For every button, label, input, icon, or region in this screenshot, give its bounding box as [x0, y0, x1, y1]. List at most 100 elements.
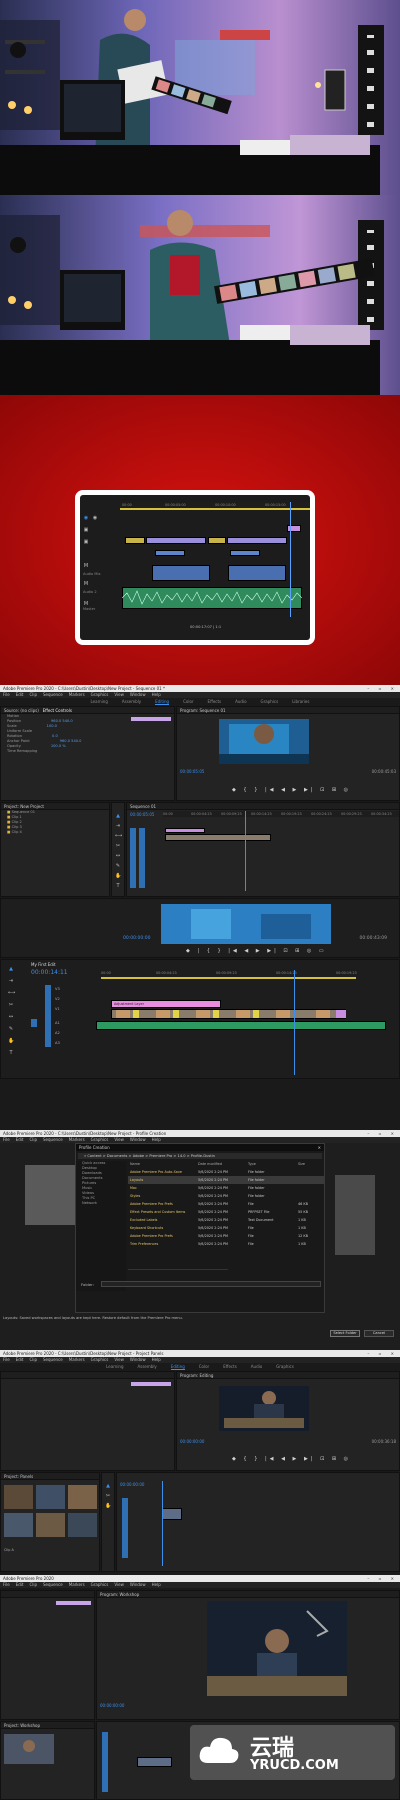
menu-markers[interactable]: Markers — [69, 1357, 85, 1362]
sequence-tab[interactable]: Sequence 01 — [127, 803, 399, 810]
timeline-timecode[interactable]: 00:00:05:05 — [130, 812, 154, 817]
program-timecode[interactable]: 00:00:00:00 — [100, 1703, 124, 1708]
pen-icon[interactable]: ✎ — [8, 1026, 14, 1032]
menu-view[interactable]: View — [114, 1137, 124, 1142]
card-video-clip[interactable] — [125, 537, 145, 544]
menu-file[interactable]: File — [3, 1137, 10, 1142]
program-monitor-header[interactable]: Program: Sequence 01 — [177, 707, 399, 714]
menu-sequence[interactable]: Sequence — [43, 1357, 63, 1362]
file-row[interactable]: Adobe Premiere Pro Prefs 5/6/2020 2:24 PM… — [128, 1232, 324, 1240]
card-video-clip[interactable] — [146, 537, 206, 544]
ripple-edit-icon[interactable]: ⟷ — [115, 833, 122, 839]
large-playhead[interactable] — [294, 970, 295, 1075]
column-name[interactable]: Name — [130, 1161, 140, 1167]
tab-graphics[interactable]: Graphics — [276, 1364, 294, 1369]
source-tab[interactable]: Source: (no clips) — [4, 708, 39, 713]
menu-file[interactable]: File — [3, 692, 10, 697]
cancel-button[interactable]: Cancel — [364, 1330, 394, 1337]
program-monitor-header[interactable]: Program: Editing — [177, 1372, 399, 1379]
menu-help[interactable]: Help — [152, 1357, 161, 1362]
project-tab[interactable]: Project: Panels — [1, 1473, 99, 1480]
tab-assembly[interactable]: Assembly — [122, 699, 141, 704]
type-icon[interactable]: T — [115, 883, 121, 889]
lock-icon[interactable]: ▣ — [83, 539, 89, 545]
ripple-edit-icon[interactable]: ⟷ — [8, 990, 15, 996]
menu-markers[interactable]: Markers — [69, 692, 85, 697]
selection-tool-icon[interactable]: ▲ — [105, 1483, 111, 1489]
tab-libraries[interactable]: Libraries — [292, 699, 309, 704]
tab-learning[interactable]: Learning — [91, 699, 108, 704]
program-transport-controls[interactable]: ◆ { } |◀ ◀ ▶ ▶| ⊡ ⊞ ◎ — [232, 1456, 351, 1462]
target-track-column[interactable] — [122, 1498, 128, 1558]
tab-color[interactable]: Color — [183, 699, 193, 704]
tab-audio[interactable]: Audio — [235, 699, 246, 704]
menu-help[interactable]: Help — [152, 692, 161, 697]
menu-window[interactable]: Window — [130, 1582, 146, 1587]
program-transport-controls[interactable]: ◆ { } |◀ ◀ ▶ ▶| ⊡ ⊞ ◎ — [232, 787, 351, 793]
tab-effects[interactable]: Effects — [223, 1364, 237, 1369]
audio-clip-a1[interactable] — [96, 1021, 386, 1030]
eye-icon[interactable]: ◉ — [83, 515, 89, 521]
card-video-clip[interactable] — [227, 537, 287, 544]
file-row[interactable]: Effect Presets and Custom Items 5/6/2020 … — [128, 1208, 324, 1216]
razor-icon[interactable]: ✂ — [105, 1493, 111, 1499]
card-audio-clip[interactable] — [228, 565, 286, 581]
program-large-transport[interactable]: ◆ | { } |◀ ◀ ▶ ▶| ⊡ ⊞ ◎ ▭ — [186, 948, 327, 954]
track-select-icon[interactable]: ⇥ — [8, 978, 14, 984]
hand-icon[interactable]: ✋ — [115, 873, 121, 879]
pen-icon[interactable]: ✎ — [115, 863, 121, 869]
timeline-clip[interactable] — [137, 1757, 172, 1767]
card-playhead[interactable] — [290, 502, 291, 617]
effect-value[interactable]: 100.0 % — [51, 744, 66, 748]
razor-icon[interactable]: ✂ — [115, 843, 121, 849]
menu-sequence[interactable]: Sequence — [43, 692, 63, 697]
menu-graphics[interactable]: Graphics — [91, 1582, 109, 1587]
file-row[interactable]: Mac 5/6/2020 2:24 PM File folder — [128, 1184, 324, 1192]
menu-view[interactable]: View — [114, 1582, 124, 1587]
file-row[interactable]: Adobe Premiere Pro Auto-Save 5/6/2020 2:2… — [128, 1168, 324, 1176]
menu-window[interactable]: Window — [130, 1357, 146, 1362]
tab-editing[interactable]: Editing — [155, 699, 170, 705]
lock-icon[interactable]: ▣ — [83, 527, 89, 533]
tab-color[interactable]: Color — [199, 1364, 209, 1369]
menu-window[interactable]: Window — [130, 692, 146, 697]
tree-item[interactable]: Network — [76, 1201, 126, 1206]
file-row[interactable]: Excluded Labels 5/6/2020 2:24 PM Text Docu… — [128, 1216, 324, 1224]
timeline-clip[interactable] — [165, 834, 271, 841]
menu-help[interactable]: Help — [152, 1137, 161, 1142]
column-size[interactable]: Size — [298, 1161, 305, 1167]
mute-icon[interactable]: M — [83, 563, 89, 569]
adjustment-layer-clip[interactable]: Adjustment Layer — [111, 1000, 221, 1008]
menu-markers[interactable]: Markers — [69, 1582, 85, 1587]
window-controls[interactable]: – ▫ ✕ — [367, 1350, 398, 1357]
menu-edit[interactable]: Edit — [16, 1582, 24, 1587]
menu-edit[interactable]: Edit — [16, 1137, 24, 1142]
menu-help[interactable]: Help — [152, 1582, 161, 1587]
menu-clip[interactable]: Clip — [29, 1137, 37, 1142]
effect-value[interactable]: 960.0 540.0 — [60, 739, 82, 743]
menu-markers[interactable]: Markers — [69, 1137, 85, 1142]
menu-clip[interactable]: Clip — [29, 692, 37, 697]
folder-input[interactable] — [101, 1281, 321, 1287]
card-audio-clip[interactable] — [152, 565, 210, 581]
file-row[interactable]: Styles 5/6/2020 2:24 PM File folder — [128, 1192, 324, 1200]
sequence-timecode[interactable]: 00:00:14:11 — [31, 969, 68, 976]
menu-view[interactable]: View — [114, 1357, 124, 1362]
program-timecode[interactable]: 00:00:00:00 — [180, 1439, 204, 1444]
hand-icon[interactable]: ✋ — [8, 1038, 14, 1044]
select-folder-button[interactable]: Select Folder — [330, 1330, 360, 1337]
eye-icon[interactable]: ◉ — [92, 515, 98, 521]
card-title-clip[interactable] — [230, 550, 260, 556]
effect-value[interactable]: 100.0 — [47, 724, 57, 728]
effect-value[interactable]: 0.0 — [52, 734, 58, 738]
timeline-clip[interactable] — [165, 828, 205, 833]
menu-view[interactable]: View — [114, 692, 124, 697]
target-track-column[interactable] — [102, 1732, 108, 1792]
program-monitor-header[interactable]: Program: Workshop — [97, 1591, 399, 1598]
window-controls[interactable]: – ▫ ✕ — [367, 1575, 398, 1582]
hand-icon[interactable]: ✋ — [105, 1503, 111, 1509]
track-select-icon[interactable]: ⇥ — [115, 823, 121, 829]
tab-effects[interactable]: Effects — [208, 699, 222, 704]
timeline-playhead[interactable] — [162, 1481, 163, 1566]
program-timecode[interactable]: 00:00:05:05 — [180, 769, 204, 774]
